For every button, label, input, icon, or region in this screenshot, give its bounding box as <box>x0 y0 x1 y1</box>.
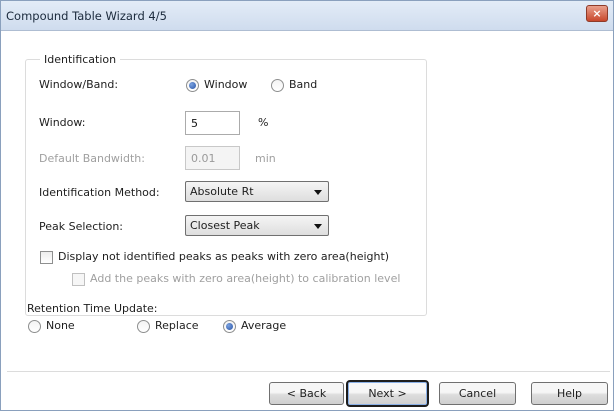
identification-legend: Identification <box>40 53 121 66</box>
chevron-down-icon <box>314 190 322 195</box>
peak-dropdown-value: Closest Peak <box>190 219 260 232</box>
peak-dropdown[interactable]: Closest Peak <box>185 215 329 236</box>
band-radio-label[interactable]: Band <box>289 78 317 91</box>
retention-average-label[interactable]: Average <box>241 319 286 332</box>
window-title: Compound Table Wizard 4/5 <box>6 9 167 23</box>
retention-replace-label[interactable]: Replace <box>155 319 199 332</box>
retention-replace-radio[interactable] <box>137 320 150 333</box>
peak-label: Peak Selection: <box>39 220 124 233</box>
retention-none-radio[interactable] <box>28 320 41 333</box>
add-calibration-checkbox[interactable] <box>72 273 85 286</box>
dialog-window: Compound Table Wizard 4/5 × Identificati… <box>0 0 614 411</box>
display-zero-label[interactable]: Display not identified peaks as peaks wi… <box>58 250 389 263</box>
button-separator <box>7 371 610 372</box>
identification-group: Identification Window/Band: Window Band … <box>25 53 427 316</box>
band-radio[interactable] <box>271 79 284 92</box>
retention-label: Retention Time Update: <box>27 302 158 315</box>
display-zero-checkbox[interactable] <box>40 251 53 264</box>
back-button[interactable]: < Back <box>269 382 344 405</box>
dialog-body: Identification Window/Band: Window Band … <box>1 31 613 410</box>
add-calibration-label[interactable]: Add the peaks with zero area(height) to … <box>90 272 400 285</box>
method-label: Identification Method: <box>39 186 160 199</box>
window-radio[interactable] <box>186 79 199 92</box>
window-unit: % <box>258 116 269 129</box>
help-button[interactable]: Help <box>531 382 608 405</box>
bandwidth-input[interactable]: 0.01 <box>185 146 240 170</box>
retention-none-label[interactable]: None <box>46 319 75 332</box>
bandwidth-unit: min <box>255 152 276 165</box>
chevron-down-icon <box>314 224 322 229</box>
title-bar[interactable]: Compound Table Wizard 4/5 × <box>1 1 613 31</box>
window-value-input[interactable]: 5 <box>185 111 240 135</box>
close-icon: × <box>592 7 602 20</box>
method-dropdown[interactable]: Absolute Rt <box>185 181 329 202</box>
method-dropdown-value: Absolute Rt <box>190 185 254 198</box>
window-band-label: Window/Band: <box>39 78 119 91</box>
close-button[interactable]: × <box>586 5 608 22</box>
window-label: Window: <box>39 116 86 129</box>
retention-average-radio[interactable] <box>223 320 236 333</box>
bandwidth-label: Default Bandwidth: <box>39 152 145 165</box>
cancel-button[interactable]: Cancel <box>439 382 516 405</box>
window-radio-label[interactable]: Window <box>204 78 247 91</box>
next-button[interactable]: Next > <box>346 380 429 407</box>
